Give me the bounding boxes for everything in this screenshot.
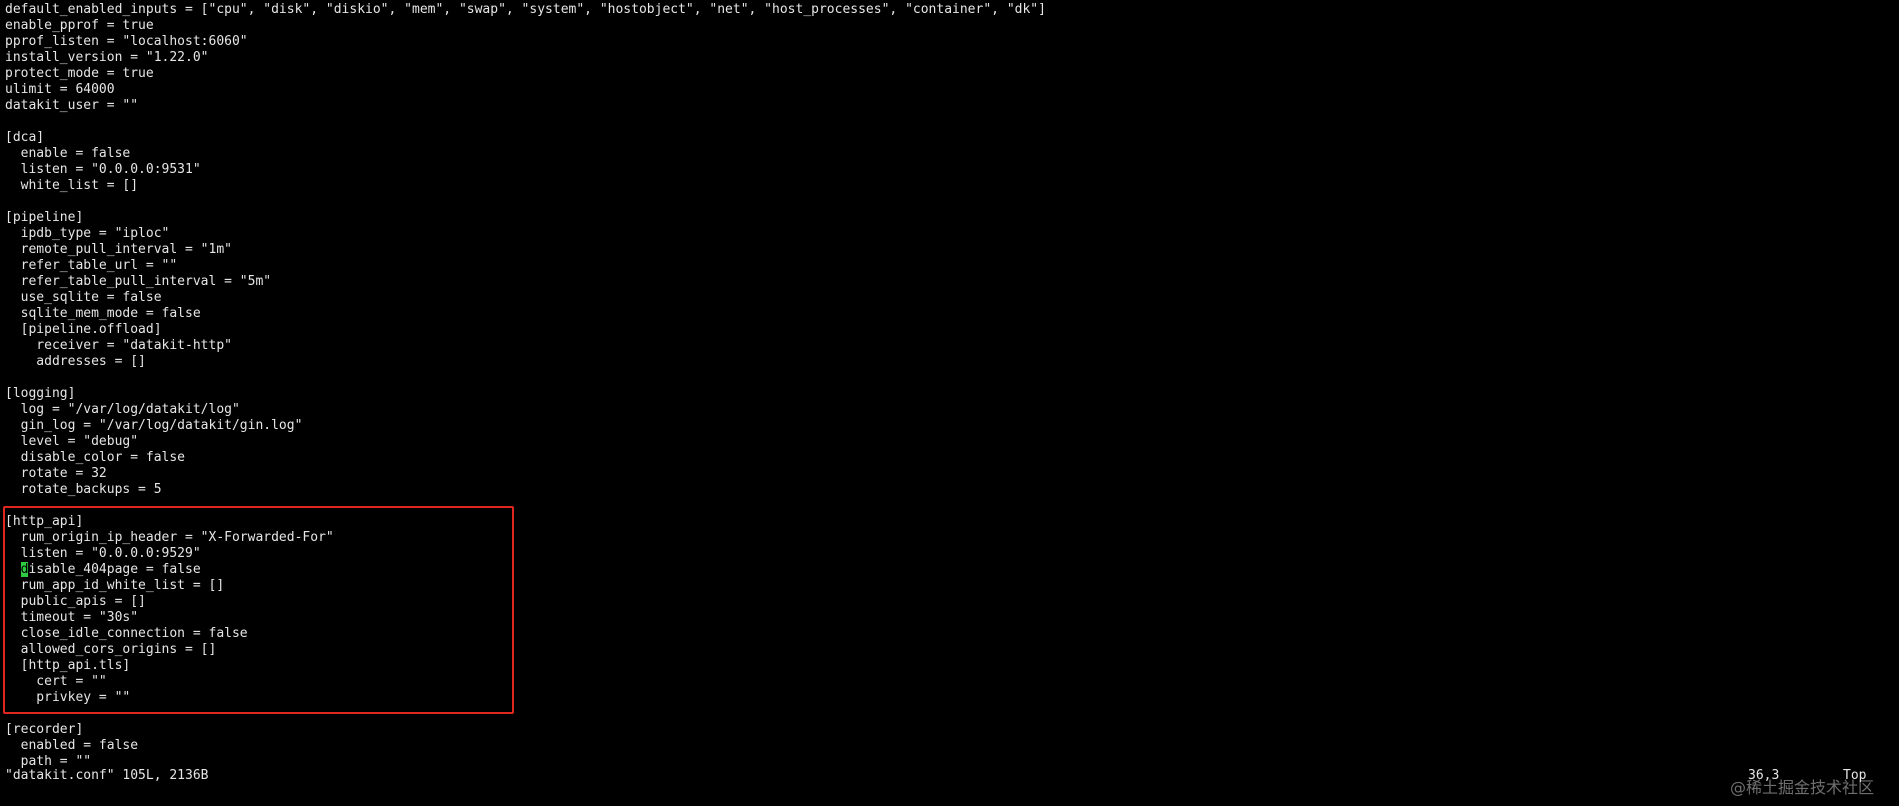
editor-line[interactable]: ulimit = 64000 bbox=[5, 82, 1046, 98]
editor-line[interactable]: listen = "0.0.0.0:9531" bbox=[5, 162, 1046, 178]
editor-line[interactable]: disable_color = false bbox=[5, 450, 1046, 466]
editor-line[interactable]: pprof_listen = "localhost:6060" bbox=[5, 34, 1046, 50]
editor-line[interactable]: gin_log = "/var/log/datakit/gin.log" bbox=[5, 418, 1046, 434]
watermark-text: @稀土掘金技术社区 bbox=[1730, 778, 1875, 797]
editor-line[interactable]: addresses = [] bbox=[5, 354, 1046, 370]
editor-line[interactable]: refer_table_pull_interval = "5m" bbox=[5, 274, 1046, 290]
editor-line[interactable]: remote_pull_interval = "1m" bbox=[5, 242, 1046, 258]
editor-line[interactable]: rotate_backups = 5 bbox=[5, 482, 1046, 498]
editor-line[interactable]: use_sqlite = false bbox=[5, 290, 1046, 306]
status-file-info: "datakit.conf" 105L, 2136B bbox=[5, 768, 209, 783]
editor-line[interactable]: sqlite_mem_mode = false bbox=[5, 306, 1046, 322]
editor-line[interactable]: log = "/var/log/datakit/log" bbox=[5, 402, 1046, 418]
editor-line[interactable]: install_version = "1.22.0" bbox=[5, 50, 1046, 66]
editor-line[interactable]: [pipeline] bbox=[5, 210, 1046, 226]
http-api-highlight-box bbox=[3, 506, 514, 714]
editor-line[interactable]: protect_mode = true bbox=[5, 66, 1046, 82]
editor-line[interactable]: level = "debug" bbox=[5, 434, 1046, 450]
editor-line[interactable]: [dca] bbox=[5, 130, 1046, 146]
editor-line[interactable]: datakit_user = "" bbox=[5, 98, 1046, 114]
editor-line[interactable]: refer_table_url = "" bbox=[5, 258, 1046, 274]
editor-line[interactable]: enabled = false bbox=[5, 738, 1046, 754]
terminal-window[interactable]: default_enabled_inputs = ["cpu", "disk",… bbox=[0, 0, 1899, 806]
editor-line[interactable]: default_enabled_inputs = ["cpu", "disk",… bbox=[5, 2, 1046, 18]
editor-line[interactable] bbox=[5, 370, 1046, 386]
editor-line[interactable]: rotate = 32 bbox=[5, 466, 1046, 482]
editor-line[interactable]: ipdb_type = "iploc" bbox=[5, 226, 1046, 242]
editor-line[interactable]: enable_pprof = true bbox=[5, 18, 1046, 34]
editor-line[interactable]: receiver = "datakit-http" bbox=[5, 338, 1046, 354]
editor-line[interactable]: [logging] bbox=[5, 386, 1046, 402]
editor-line[interactable]: white_list = [] bbox=[5, 178, 1046, 194]
editor-line[interactable] bbox=[5, 114, 1046, 130]
editor-line[interactable]: [recorder] bbox=[5, 722, 1046, 738]
editor-line[interactable]: [pipeline.offload] bbox=[5, 322, 1046, 338]
editor-line[interactable]: enable = false bbox=[5, 146, 1046, 162]
editor-line[interactable] bbox=[5, 194, 1046, 210]
